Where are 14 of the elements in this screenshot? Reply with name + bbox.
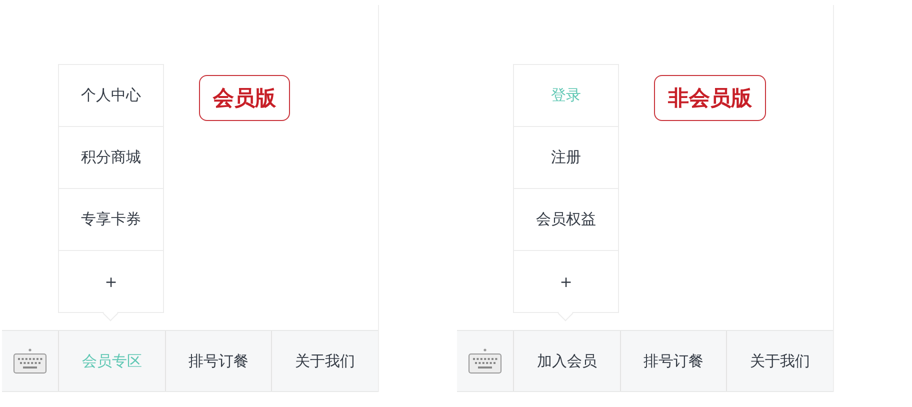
version-label: 会员版 [199,75,290,121]
keyboard-icon[interactable] [13,348,47,374]
submenu-item[interactable]: 个人中心 [59,65,163,126]
keyboard-icon[interactable] [468,348,502,374]
version-label: 非会员版 [654,75,766,121]
menu-tab[interactable]: 排号订餐 [620,331,728,391]
menu-tab[interactable]: 排号订餐 [166,331,272,391]
submenu-item[interactable]: 会员权益 [514,188,618,250]
submenu-item[interactable]: 注册 [514,126,618,188]
menu-tab[interactable]: 关于我们 [727,331,834,391]
submenu-item[interactable]: 专享卡券 [59,188,163,250]
menu-tab[interactable]: 关于我们 [272,331,378,391]
submenu-item[interactable]: 积分商城 [59,126,163,188]
menu-tab[interactable]: 加入会员 [514,331,621,391]
